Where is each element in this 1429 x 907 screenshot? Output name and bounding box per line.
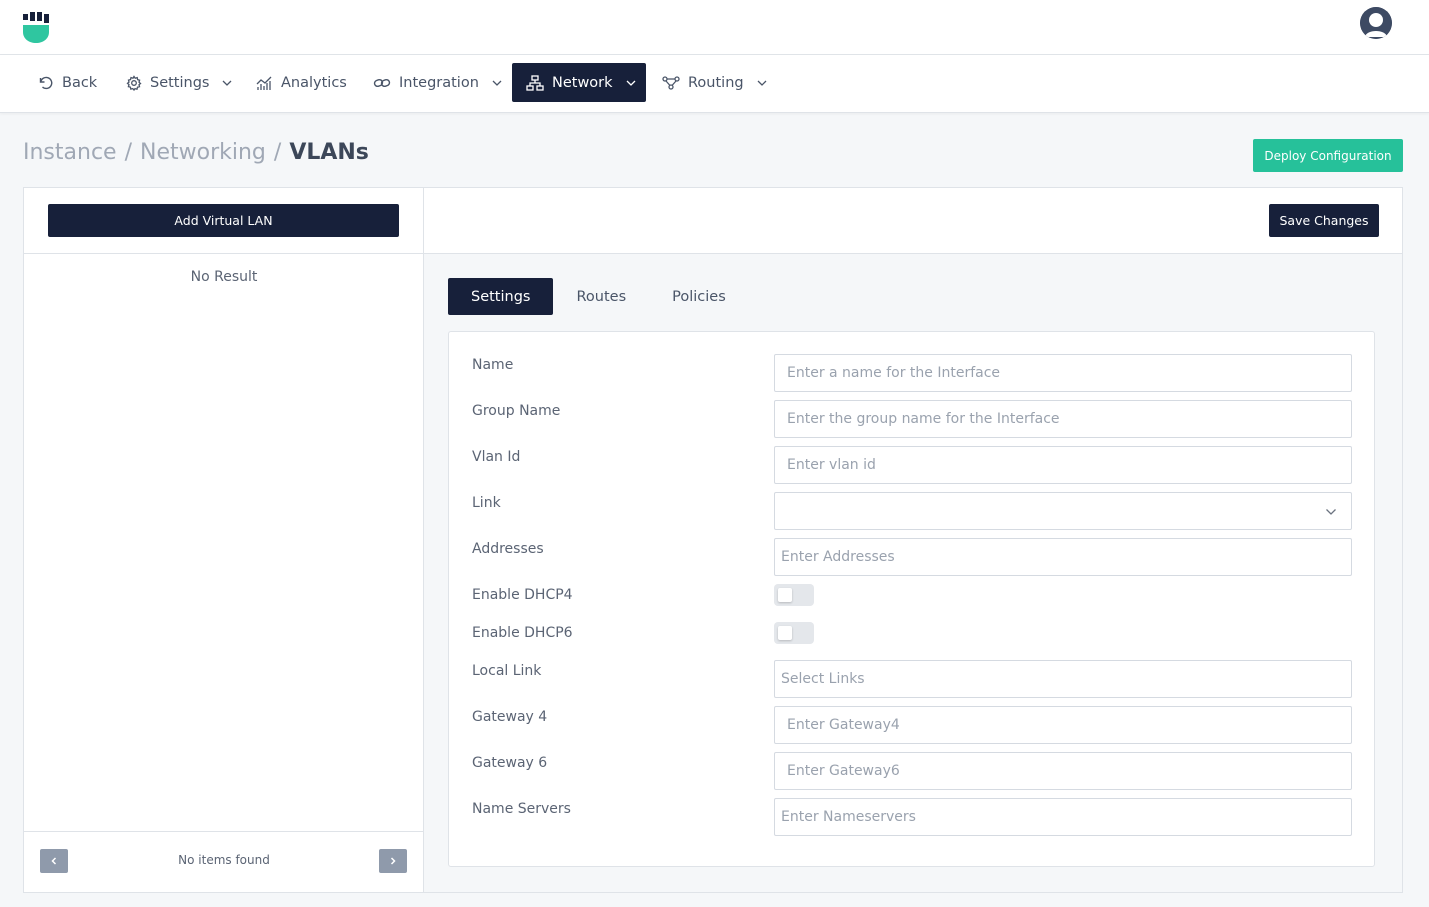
- nav-network-label: Network: [552, 74, 613, 91]
- vlan-settings-form: Name Group Name Vlan Id Link Addresses E…: [448, 331, 1375, 867]
- enable-dhcp6-toggle[interactable]: [774, 622, 814, 644]
- main-nav: Back Settings Analytics Integration Netw…: [0, 55, 1429, 113]
- tab-settings[interactable]: Settings: [448, 278, 554, 315]
- nav-integration-label: Integration: [399, 74, 479, 91]
- next-page-button[interactable]: [379, 849, 407, 873]
- addresses-input[interactable]: [774, 538, 1352, 576]
- add-virtual-lan-button[interactable]: Add Virtual LAN: [48, 204, 399, 237]
- enable-dhcp4-label: Enable DHCP4: [472, 587, 573, 603]
- network-icon: [526, 74, 544, 91]
- tab-policies[interactable]: Policies: [649, 278, 749, 315]
- nav-analytics[interactable]: Analytics: [242, 63, 361, 102]
- chevron-right-icon: [390, 857, 396, 865]
- link-label: Link: [472, 495, 501, 511]
- enable-dhcp4-toggle[interactable]: [774, 584, 814, 606]
- enable-dhcp6-label: Enable DHCP6: [472, 625, 573, 641]
- detail-tabs: Settings Routes Policies: [448, 278, 749, 315]
- nav-back[interactable]: Back: [24, 63, 111, 102]
- link-icon: [373, 78, 391, 87]
- routing-icon: [662, 75, 680, 90]
- top-bar: [0, 0, 1429, 55]
- user-avatar-icon[interactable]: [1360, 7, 1392, 39]
- pagination-status: No items found: [178, 853, 270, 867]
- vlan-detail-header: Save Changes: [424, 188, 1402, 254]
- breadcrumb-instance[interactable]: Instance: [23, 140, 117, 165]
- nav-settings-label: Settings: [150, 74, 210, 91]
- nav-integration[interactable]: Integration: [359, 63, 517, 102]
- vlan-list-panel: Add Virtual LAN No Result No items found: [24, 188, 424, 892]
- vlan-detail-panel: Save Changes Settings Routes Policies Na…: [424, 188, 1402, 892]
- breadcrumb: Instance / Networking / VLANs: [23, 140, 369, 165]
- gateway4-label: Gateway 4: [472, 709, 548, 725]
- local-link-select[interactable]: [774, 660, 1352, 698]
- nav-settings[interactable]: Settings: [112, 63, 247, 102]
- breadcrumb-separator: /: [124, 140, 132, 165]
- nav-network[interactable]: Network: [512, 63, 646, 102]
- vlan-card: Add Virtual LAN No Result No items found…: [23, 187, 1403, 893]
- name-servers-label: Name Servers: [472, 801, 571, 817]
- nav-back-label: Back: [62, 74, 98, 91]
- local-link-label: Local Link: [472, 663, 542, 679]
- gateway6-input[interactable]: [774, 752, 1352, 790]
- addresses-label: Addresses: [472, 541, 544, 557]
- vlan-id-input[interactable]: [774, 446, 1352, 484]
- vlan-id-label: Vlan Id: [472, 449, 521, 465]
- tab-routes[interactable]: Routes: [553, 278, 649, 315]
- undo-icon: [39, 76, 53, 89]
- chevron-down-icon: [757, 80, 767, 86]
- link-select[interactable]: [774, 492, 1352, 530]
- breadcrumb-separator: /: [273, 140, 282, 165]
- pagination: No items found: [24, 831, 424, 892]
- save-changes-button[interactable]: Save Changes: [1269, 204, 1379, 237]
- name-label: Name: [472, 357, 514, 373]
- nav-analytics-label: Analytics: [281, 74, 347, 91]
- chevron-down-icon: [1326, 509, 1336, 515]
- chevron-down-icon: [223, 80, 232, 86]
- page-title: VLANs: [289, 140, 369, 165]
- vlan-list-header: Add Virtual LAN: [24, 188, 424, 254]
- name-input[interactable]: [774, 354, 1352, 392]
- deploy-configuration-button[interactable]: Deploy Configuration: [1253, 139, 1403, 172]
- toggle-knob: [778, 626, 792, 640]
- breadcrumb-networking[interactable]: Networking: [140, 140, 266, 165]
- toggle-knob: [778, 588, 792, 602]
- empty-state-text: No Result: [190, 269, 258, 285]
- gateway4-input[interactable]: [774, 706, 1352, 744]
- chevron-down-icon: [492, 80, 502, 86]
- name-servers-input[interactable]: [774, 798, 1352, 836]
- group-name-label: Group Name: [472, 403, 561, 419]
- app-logo-icon[interactable]: [22, 12, 52, 44]
- chevron-down-icon: [626, 80, 636, 86]
- gateway6-label: Gateway 6: [472, 755, 548, 771]
- gear-icon: [126, 74, 142, 91]
- nav-routing[interactable]: Routing: [648, 63, 782, 102]
- group-name-input[interactable]: [774, 400, 1352, 438]
- nav-routing-label: Routing: [688, 74, 744, 91]
- chart-icon: [256, 76, 272, 90]
